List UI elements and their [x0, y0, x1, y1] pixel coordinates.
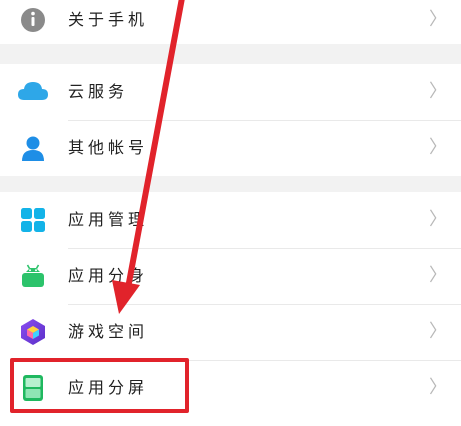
- settings-item-label: 应用分身: [68, 266, 149, 285]
- settings-item-label: 云服务: [68, 82, 129, 101]
- cloud-icon: [16, 78, 50, 106]
- chevron-right-icon: 〉: [429, 9, 447, 30]
- settings-item-cloud-service[interactable]: 云服务 〉: [0, 64, 461, 120]
- chevron-right-icon: 〉: [429, 377, 447, 398]
- chevron-right-icon: 〉: [429, 209, 447, 230]
- settings-item-about-phone[interactable]: 关于手机 〉: [0, 0, 461, 48]
- settings-item-label: 游戏空间: [68, 322, 149, 341]
- settings-item-label: 关于手机: [68, 10, 149, 29]
- settings-group-accounts: 云服务 〉 其他帐号 〉: [0, 64, 461, 176]
- chevron-right-icon: 〉: [429, 321, 447, 342]
- settings-item-app-management[interactable]: 应用管理 〉: [0, 192, 461, 248]
- chevron-right-icon: 〉: [429, 137, 447, 158]
- settings-item-label: 其他帐号: [68, 138, 149, 157]
- chevron-right-icon: 〉: [429, 81, 447, 102]
- highlight-box: [10, 358, 189, 413]
- info-icon: [19, 6, 47, 34]
- android-icon: [19, 262, 47, 290]
- settings-item-app-clone[interactable]: 应用分身 〉: [0, 248, 461, 304]
- settings-item-other-accounts[interactable]: 其他帐号 〉: [0, 120, 461, 176]
- settings-group-about: 关于手机 〉: [0, 0, 461, 44]
- person-icon: [19, 134, 47, 162]
- settings-item-game-space[interactable]: 游戏空间 〉: [0, 304, 461, 360]
- app-grid-icon: [19, 206, 47, 234]
- game-space-icon: [19, 318, 47, 346]
- chevron-right-icon: 〉: [429, 265, 447, 286]
- settings-item-label: 应用管理: [68, 210, 149, 229]
